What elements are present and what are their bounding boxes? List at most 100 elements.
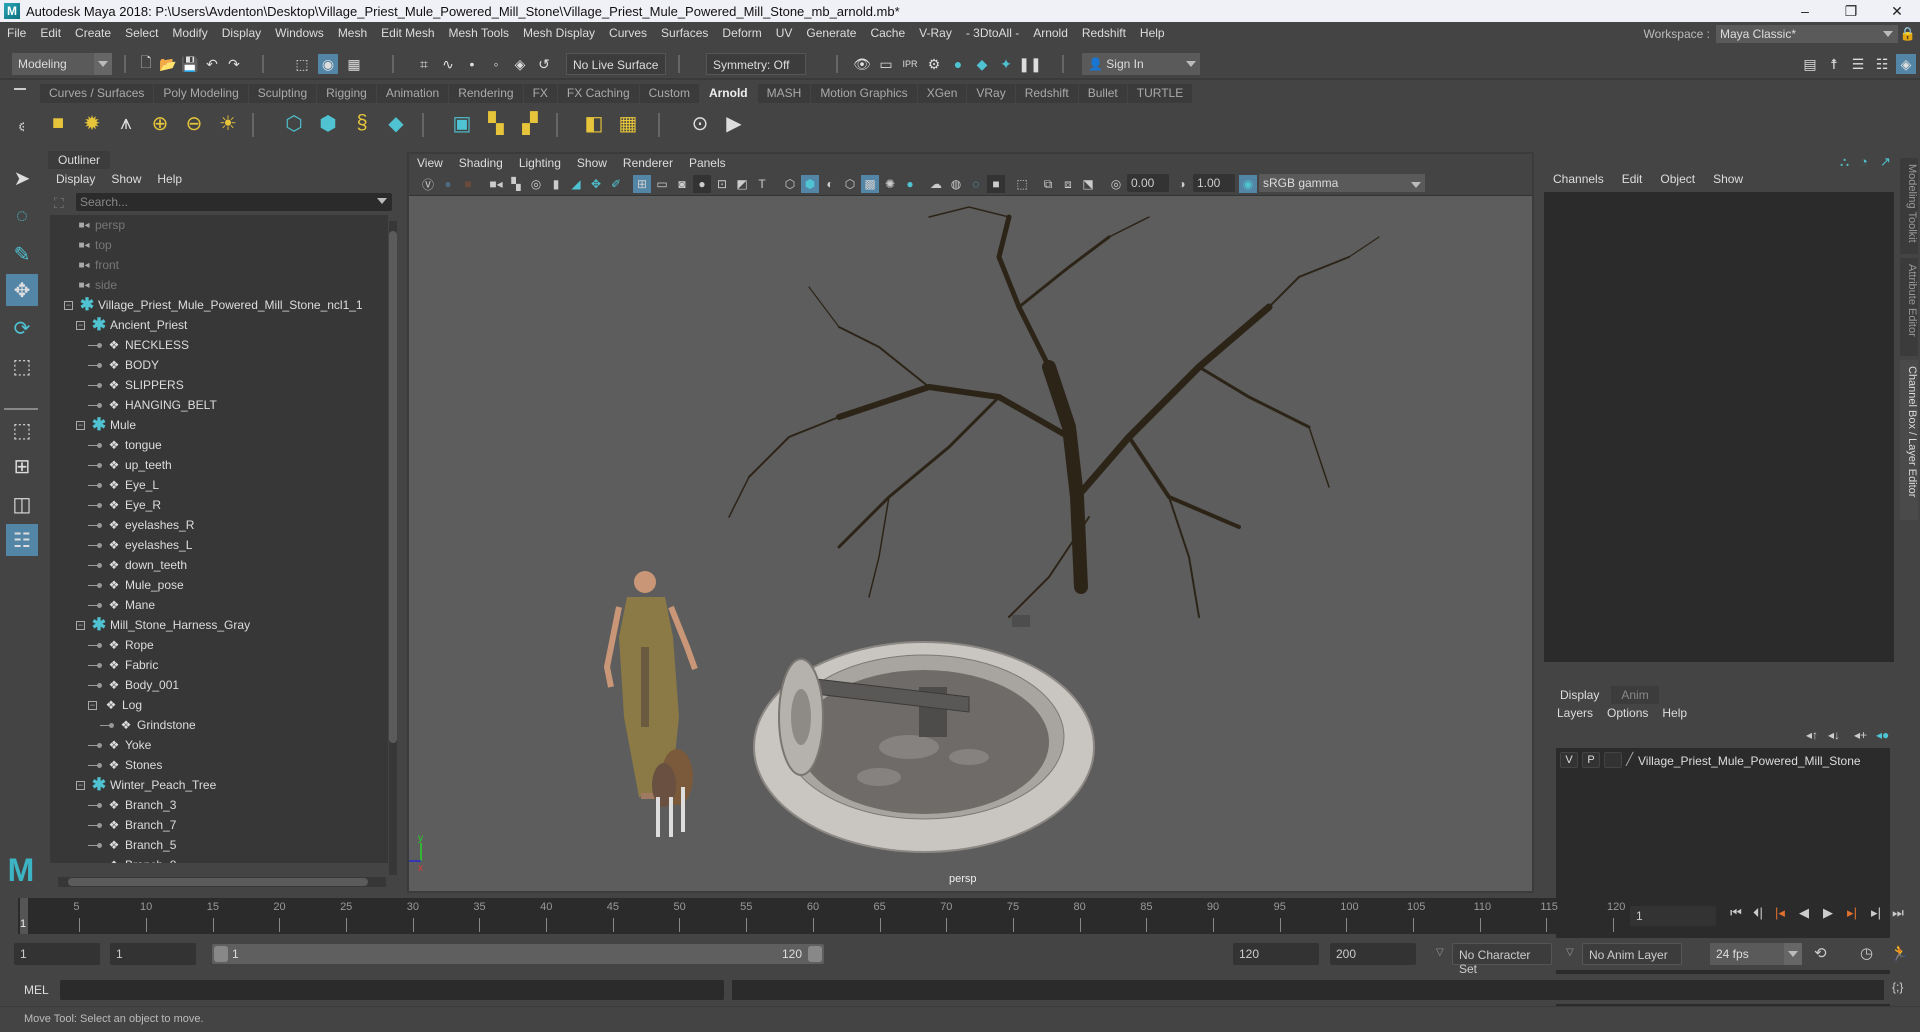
menu-display[interactable]: Display: [215, 26, 268, 40]
anti-aliasing-icon[interactable]: ◌: [967, 175, 985, 193]
viewport-menu-panels[interactable]: Panels: [681, 156, 734, 170]
menu-mesh-display[interactable]: Mesh Display: [516, 26, 602, 40]
layer-tab-display[interactable]: Display: [1550, 686, 1610, 704]
use-all-lights-icon[interactable]: ✺: [881, 175, 899, 193]
menu-mesh[interactable]: Mesh: [331, 26, 374, 40]
menu-surfaces[interactable]: Surfaces: [654, 26, 715, 40]
step-back-frame-icon[interactable]: |◂: [1772, 905, 1788, 925]
outliner-mesh-item[interactable]: ❖ NECKLESS: [50, 335, 380, 355]
filter-toggle-icon[interactable]: ⛶: [54, 195, 64, 212]
shelf-tab-bullet[interactable]: Bullet: [1078, 84, 1128, 103]
lock-camera-icon[interactable]: ▚: [507, 175, 525, 193]
create-standin-icon[interactable]: ⬡: [280, 109, 308, 137]
exposure-field[interactable]: 0.00: [1127, 174, 1169, 192]
snap-grid-icon[interactable]: ⌗: [414, 54, 434, 74]
outliner-mesh-item[interactable]: ❖ Mane: [50, 595, 380, 615]
outliner-group-item[interactable]: − ✱ Mill_Stone_Harness_Gray: [50, 615, 380, 635]
viewport-menu-shading[interactable]: Shading: [451, 156, 511, 170]
mesh-light-icon[interactable]: ✹: [78, 109, 106, 137]
shelf-tab-fx[interactable]: FX: [523, 84, 558, 103]
outliner-mesh-item[interactable]: ❖ Body_001: [50, 675, 380, 695]
shelf-tab-mash[interactable]: MASH: [757, 84, 812, 103]
create-curve-collector-icon[interactable]: §: [348, 109, 376, 137]
viewport-menu-show[interactable]: Show: [569, 156, 615, 170]
photometric-light-icon[interactable]: ⩚: [112, 109, 140, 137]
workspace-dropdown[interactable]: Maya Classic*: [1716, 25, 1898, 43]
layer-visibility-toggle[interactable]: V: [1560, 752, 1578, 768]
gamma-icon[interactable]: ◑: [1173, 175, 1191, 193]
outliner-mesh-item[interactable]: ❖ Branch_5: [50, 835, 380, 855]
layer-playback-toggle[interactable]: P: [1582, 752, 1600, 768]
undo-icon[interactable]: ↶: [202, 54, 222, 74]
persp-outliner-layout-icon[interactable]: ◫: [6, 488, 38, 520]
channel-box-icon[interactable]: ◈: [1896, 54, 1916, 74]
outliner-camera-item[interactable]: ■◂ front: [50, 255, 380, 275]
render-view-icon[interactable]: 👁: [852, 54, 872, 74]
area-light-icon[interactable]: ■: [44, 109, 72, 137]
safe-title-icon[interactable]: T: [753, 175, 771, 193]
textured-icon[interactable]: ▩: [861, 175, 879, 193]
anim-layer-field[interactable]: No Anim Layer: [1582, 943, 1682, 965]
menu-windows[interactable]: Windows: [268, 26, 331, 40]
outliner-mesh-item[interactable]: ❖ Eye_R: [50, 495, 380, 515]
menu-vray[interactable]: V-Ray: [912, 26, 959, 40]
new-layer-selected-icon[interactable]: ◂●: [1876, 728, 1889, 742]
channel-box-show-icon[interactable]: ⛬: [1840, 154, 1849, 170]
default-material-icon[interactable]: ◐: [821, 175, 839, 193]
select-tool-icon[interactable]: ➤: [6, 162, 38, 194]
outliner-mesh-item[interactable]: ❖ Branch_7: [50, 815, 380, 835]
xray-joints-icon[interactable]: ⧈: [1059, 175, 1077, 193]
viewport-menu-lighting[interactable]: Lighting: [511, 156, 569, 170]
snap-point-icon[interactable]: •: [462, 54, 482, 74]
menu-curves[interactable]: Curves: [602, 26, 654, 40]
outliner-mesh-item[interactable]: − ❖ Log: [50, 695, 380, 715]
expand-collapse-icon[interactable]: −: [88, 700, 97, 710]
outliner-group-item[interactable]: − ✱ Winter_Peach_Tree: [50, 775, 380, 795]
outliner-mesh-item[interactable]: ❖Branch_8: [50, 855, 380, 863]
color-space-dropdown[interactable]: sRGB gamma: [1259, 174, 1425, 192]
shelf-tab-poly-modeling[interactable]: Poly Modeling: [154, 84, 249, 103]
menu-arnold[interactable]: Arnold: [1026, 26, 1075, 40]
shelf-tab-curves-surfaces[interactable]: Curves / Surfaces: [40, 84, 155, 103]
select-component-icon[interactable]: ▦: [344, 54, 364, 74]
outliner-camera-item[interactable]: ■◂ top: [50, 235, 380, 255]
shelf-tab-arnold[interactable]: Arnold: [699, 84, 758, 103]
viewport-canvas[interactable]: y z x persp: [405, 197, 1532, 891]
physical-sky-icon[interactable]: ☀: [214, 109, 242, 137]
layer-row[interactable]: V P ╱ Village_Priest_Mule_Powered_Mill_S…: [1556, 748, 1890, 772]
hypershade-icon[interactable]: ●: [948, 54, 968, 74]
film-gate-icon[interactable]: ▭: [653, 175, 671, 193]
loop-icon[interactable]: ⟲: [1814, 944, 1827, 962]
menu-generate[interactable]: Generate: [799, 26, 863, 40]
menu-modify[interactable]: Modify: [165, 26, 214, 40]
move-layer-up-icon[interactable]: ◂↑: [1806, 728, 1818, 742]
camera-attributes-icon[interactable]: ●: [439, 175, 457, 193]
outliner-mesh-item[interactable]: ❖ Stones: [50, 755, 380, 775]
layer-menu-layers[interactable]: Layers: [1550, 706, 1600, 720]
outliner-mesh-item[interactable]: ❖ Eye_L: [50, 475, 380, 495]
move-tool-icon[interactable]: ✥: [6, 274, 38, 306]
symmetry-field[interactable]: Symmetry: Off: [706, 53, 806, 75]
animation-start-field[interactable]: 1: [14, 943, 100, 965]
viewport-menu-view[interactable]: View: [409, 156, 451, 170]
side-tab-attribute-editor[interactable]: Attribute Editor: [1900, 258, 1918, 356]
render-view-arnold-icon[interactable]: ▣: [448, 109, 476, 137]
outliner-camera-item[interactable]: ■◂ side: [50, 275, 380, 295]
tool-settings-icon[interactable]: ☷: [1872, 54, 1892, 74]
outliner-group-item[interactable]: − ✱ Mule: [50, 415, 380, 435]
outliner-mesh-item[interactable]: ❖ HANGING_BELT: [50, 395, 380, 415]
modeling-toolkit-icon[interactable]: ▤: [1800, 54, 1820, 74]
isolate-select-icon[interactable]: ⬚: [1013, 175, 1031, 193]
mode-dropdown[interactable]: Modeling: [12, 53, 112, 75]
expand-collapse-icon[interactable]: −: [76, 420, 85, 430]
layer-color-icon[interactable]: ╱: [1626, 752, 1633, 766]
redo-icon[interactable]: ↷: [224, 54, 244, 74]
outliner-mesh-item[interactable]: ❖ eyelashes_R: [50, 515, 380, 535]
outliner-mesh-item[interactable]: ❖ Mule_pose: [50, 575, 380, 595]
scale-tool-icon[interactable]: ⬚: [6, 350, 38, 382]
snap-curve-icon[interactable]: ∿: [438, 54, 458, 74]
shelf-tab-turtle[interactable]: TURTLE: [1127, 84, 1194, 103]
channel-box-graph-icon[interactable]: ↗: [1880, 154, 1891, 170]
snap-projected-icon[interactable]: ↺: [534, 54, 554, 74]
volume-icon[interactable]: ◆: [382, 109, 410, 137]
